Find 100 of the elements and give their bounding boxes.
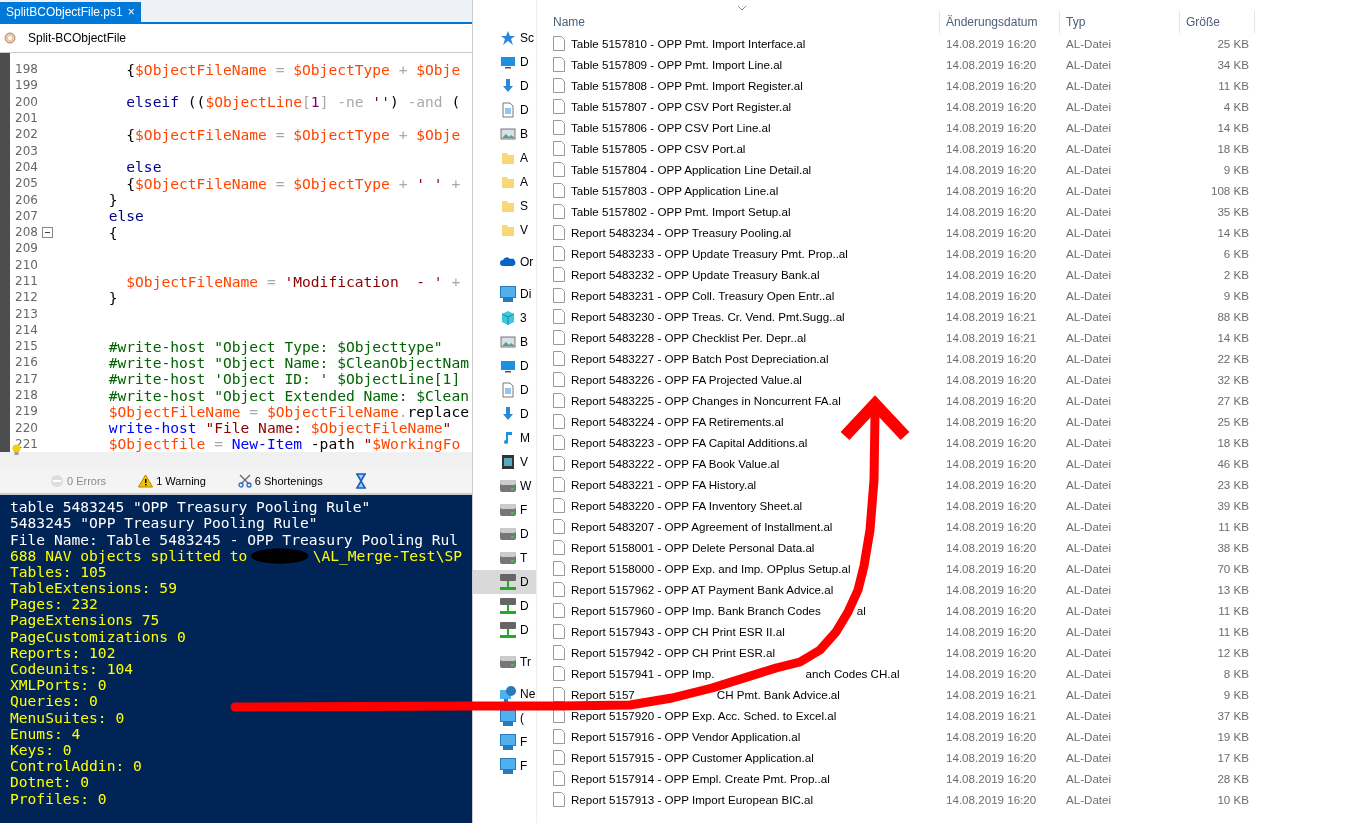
status-item[interactable]: 1 Warning [138,474,206,489]
nav-item[interactable]: B [473,122,536,146]
column-header[interactable]: Typ [1060,11,1180,33]
nav-item[interactable]: T [473,546,536,570]
nav-item[interactable]: D [473,378,536,402]
nav-item[interactable]: Tr [473,650,536,674]
nav-item[interactable]: S [473,194,536,218]
file-name[interactable]: Report 5483222 - OPP FA Book Value.al [571,457,780,470]
file-name[interactable]: Report 5483230 - OPP Treas. Cr. Vend. Pmt.Sugg..al [571,310,845,323]
nav-item[interactable]: D [473,74,536,98]
nav-item[interactable]: D [473,522,536,546]
file-type: AL-Datei [1065,520,1113,533]
nav-item[interactable]: Sc [473,26,536,50]
file-size: 38 KB [1216,541,1250,554]
file-type: AL-Datei [1065,625,1113,638]
file-name[interactable]: Report 5157913 - OPP Import European BIC.al [571,793,814,806]
nav-item[interactable]: D [473,618,536,642]
column-header[interactable]: Name [553,11,940,33]
line-number: 215 [14,339,38,354]
file-name[interactable]: Table 5157804 - OPP Application Line Detail.al [571,163,812,176]
file-name[interactable]: Report 5483223 - OPP FA Capital Additions.al [571,436,808,449]
drive-icon [500,526,516,542]
chevron-icon[interactable] [737,5,747,11]
file-name[interactable]: Report 5483224 - OPP FA Retirements.al [571,415,784,428]
file-name[interactable]: Report 5157915 - OPP Customer Application.al [571,751,814,764]
nav-item[interactable]: 3 [473,306,536,330]
file-date: 14.08.2019 16:21 [945,331,1038,344]
console-text: \AL_Merge-Test\SP [312,547,462,564]
folder-icon [500,222,516,238]
nav-item[interactable]: D [473,50,536,74]
file-name[interactable]: al [856,604,866,617]
console-line: Enums: 4 [10,725,81,742]
line-number: 202 [14,127,38,142]
file-name[interactable]: Report 5158001 - OPP Delete Personal Data.al [571,541,815,554]
file-name[interactable]: Table 5157805 - OPP CSV Port.al [571,142,746,155]
file-size: 8 KB [1222,667,1250,680]
file-size: 2 KB [1222,268,1250,281]
nav-item[interactable]: F [473,734,536,750]
column-header[interactable]: Größe [1180,11,1255,33]
nav-item[interactable]: V [473,450,536,474]
line-number: 207 [14,208,38,223]
monitor-icon [500,758,516,774]
file-name[interactable]: Report 5157920 - OPP Exp. Acc. Sched. to Excel.al [571,709,837,722]
file-name[interactable]: Report 5157942 - OPP CH Print ESR.al [571,646,776,659]
file-name[interactable]: Report 5157960 - OPP Imp. Bank Branch Codes [571,604,821,617]
file-name[interactable]: Report 5483227 - OPP Batch Post Depreciation.al [571,352,829,365]
file-size: 32 KB [1216,373,1250,386]
file-name[interactable]: Report 5483220 - OPP FA Inventory Sheet.al [571,499,803,512]
file-icon [553,288,565,303]
nav-item[interactable]: W [473,474,536,498]
nav-item[interactable]: V [473,218,536,242]
status-item[interactable]: 6 Shortenings [237,474,323,489]
file-tab[interactable]: SplitBCObjectFile.ps1 × [0,2,141,22]
nav-item[interactable]: Ne [473,686,536,702]
file-name[interactable]: Table 5157808 - OPP Pmt. Import Register.al [571,79,803,92]
file-name[interactable]: Report 5158000 - OPP Exp. and Imp. OPplus Setup.al [571,562,851,575]
console-line: Codeunits: 104 [10,661,133,678]
nav-item[interactable]: Di [473,282,536,306]
file-size: 88 KB [1216,310,1250,323]
nav-item[interactable]: D [473,570,536,594]
file-name[interactable]: Report 5157 [571,688,635,701]
file-type: AL-Datei [1065,121,1113,134]
file-name[interactable]: Table 5157802 - OPP Pmt. Import Setup.al [571,205,791,218]
file-name[interactable]: Report 5483221 - OPP FA History.al [571,478,757,491]
fold-toggle[interactable] [41,226,53,238]
nav-item[interactable]: Or [473,250,536,274]
file-name[interactable]: Report 5483226 - OPP FA Projected Value.al [571,373,802,386]
nav-item[interactable]: ( [473,710,536,726]
nav-item[interactable]: M [473,426,536,450]
nav-item[interactable]: A [473,146,536,170]
file-name[interactable]: Report 5483228 - OPP Checklist Per. Depr..al [571,331,806,344]
file-name[interactable]: Report 5157914 - OPP Empl. Create Pmt. Prop..al [571,772,830,785]
file-name[interactable]: Report 5157962 - OPP AT Payment Bank Advice.al [571,583,834,596]
file-name[interactable]: Table 5157810 - OPP Pmt. Import Interface.al [571,37,806,50]
column-header[interactable]: Änderungsdatum [940,11,1060,33]
file-name[interactable]: anch Codes CH.al [805,667,900,680]
file-name[interactable]: CH Pmt. Bank Advice.al [716,688,840,701]
file-name[interactable]: Report 5483207 - OPP Agreement of Installment.al [571,520,833,533]
file-name[interactable]: Report 5157916 - OPP Vendor Application.al [571,730,801,743]
file-name[interactable]: Report 5483234 - OPP Treasury Pooling.al [571,226,792,239]
file-name[interactable]: Table 5157807 - OPP CSV Port Register.al [571,100,792,113]
nav-item[interactable]: B [473,330,536,354]
file-name[interactable]: Table 5157806 - OPP CSV Port Line.al [571,121,771,134]
nav-item[interactable]: F [473,498,536,522]
file-name[interactable]: Report 5157943 - OPP CH Print ESR II.al [571,625,785,638]
nav-item[interactable]: D [473,402,536,426]
horizontal-scrollbar[interactable] [0,452,472,470]
nav-item[interactable]: A [473,170,536,194]
file-name[interactable]: Report 5157941 - OPP Imp. [571,667,715,680]
file-name[interactable]: Report 5483233 - OPP Update Treasury Pmt. Prop..al [571,247,848,260]
file-name[interactable]: Table 5157803 - OPP Application Line.al [571,184,779,197]
file-name[interactable]: Report 5483231 - OPP Coll. Treasury Open Entr..al [571,289,835,302]
line-number: 209 [14,241,38,256]
file-name[interactable]: Report 5483232 - OPP Update Treasury Bank.al [571,268,820,281]
file-name[interactable]: Report 5483225 - OPP Changes in Noncurrent FA.al [571,394,841,407]
nav-item[interactable]: D [473,354,536,378]
file-name[interactable]: Table 5157809 - OPP Pmt. Import Line.al [571,58,783,71]
nav-item[interactable]: D [473,594,536,618]
nav-item[interactable]: F [473,758,536,774]
nav-item[interactable]: D [473,98,536,122]
